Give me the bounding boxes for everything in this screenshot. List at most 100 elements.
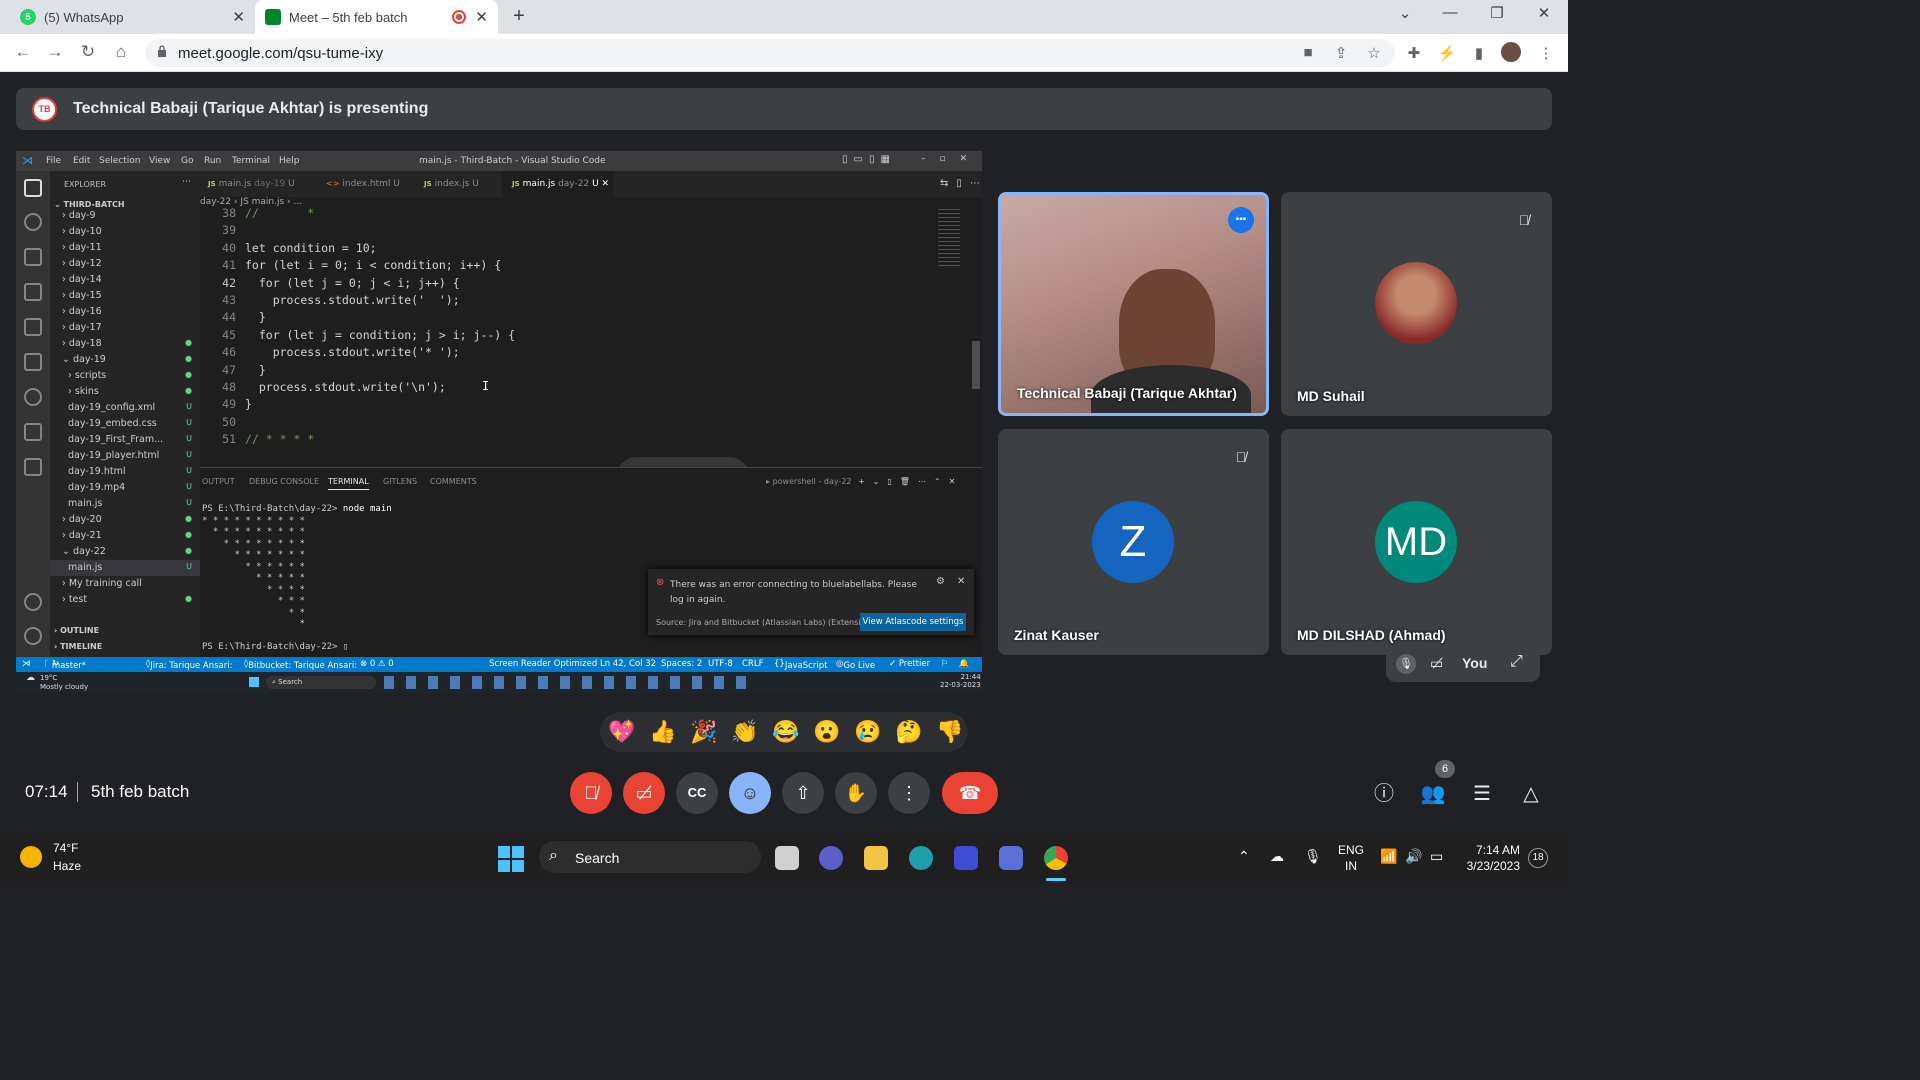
- view-atlascode-settings-button[interactable]: View Atlascode settings: [860, 613, 966, 631]
- tree-item[interactable]: › day-21 ●: [50, 528, 200, 544]
- tree-item[interactable]: day-19.mp4 U: [50, 480, 200, 496]
- tree-item[interactable]: day-19_config.xml U: [50, 400, 200, 416]
- participant-tile-presenter[interactable]: ▪▪▪ Technical Babaji (Tarique Akhtar): [998, 192, 1269, 416]
- panel-tab-comments[interactable]: COMMENTS: [430, 477, 477, 486]
- reaction-party[interactable]: 🎉: [690, 720, 717, 744]
- taskbar-search-box[interactable]: ⌕ Search: [539, 841, 761, 873]
- code-editor[interactable]: 38 // * 39 40 let condition = 10; 41 for (let …: [200, 206, 982, 499]
- settings-gear-icon[interactable]: [24, 627, 42, 645]
- remote-icon[interactable]: ⋊: [22, 659, 31, 669]
- tree-item[interactable]: › test ●: [50, 592, 200, 608]
- volume-icon[interactable]: 🔊: [1405, 848, 1422, 865]
- weather-temperature[interactable]: 74°F: [53, 841, 78, 855]
- teams-chat-icon[interactable]: [819, 846, 843, 870]
- editor-tab-active[interactable]: JS main.js day-22 U ✕: [502, 171, 614, 197]
- mic-toggle-button[interactable]: 🎙̸: [570, 772, 612, 814]
- reaction-thinking[interactable]: 🤔: [895, 720, 922, 744]
- menu-help[interactable]: Help: [279, 156, 300, 166]
- battery-icon[interactable]: ▭: [1430, 848, 1443, 865]
- weather-condition[interactable]: Haze: [53, 859, 81, 873]
- docker-icon[interactable]: [24, 458, 42, 476]
- timeline-section[interactable]: › TIMELINE: [54, 642, 102, 651]
- tree-item[interactable]: › day-16: [50, 304, 200, 320]
- meeting-info-icon[interactable]: ⓘ: [1370, 780, 1398, 808]
- share-icon[interactable]: ⇪: [1331, 44, 1351, 62]
- window-controls[interactable]: –▫✕: [921, 154, 981, 164]
- terminal-actions-icons[interactable]: +⌄▯🗑⋯⌃✕: [858, 477, 963, 486]
- copilot-icon[interactable]: [999, 846, 1023, 870]
- menu-view[interactable]: View: [149, 156, 170, 166]
- tree-item[interactable]: › day-14: [50, 272, 200, 288]
- tree-item[interactable]: day-19.html U: [50, 464, 200, 480]
- encoding-status[interactable]: UTF-8: [708, 659, 733, 669]
- address-bar[interactable]: meet.google.com/qsu-tume-ixy: [145, 39, 1395, 67]
- more-options-button[interactable]: ⋮: [888, 772, 930, 814]
- panel-tab-output[interactable]: OUTPUT: [202, 477, 235, 486]
- menu-icon[interactable]: ⋮: [1536, 44, 1556, 62]
- extension-icon[interactable]: ⚡: [1437, 44, 1457, 62]
- windows-start-button[interactable]: [498, 846, 524, 872]
- onedrive-cloud-icon[interactable]: ☁: [1270, 848, 1284, 865]
- notification-count-badge[interactable]: 18: [1528, 848, 1548, 868]
- participant-tile-zinat-kauser[interactable]: 🎙̸ Z Zinat Kauser: [998, 429, 1269, 655]
- new-tab-button[interactable]: +: [506, 5, 532, 29]
- reaction-thumbs-up[interactable]: 👍: [649, 720, 676, 744]
- menu-edit[interactable]: Edit: [73, 156, 90, 166]
- tree-item[interactable]: › day-18 ●: [50, 336, 200, 352]
- profile-avatar[interactable]: [1501, 42, 1521, 62]
- tree-item[interactable]: › skins ●: [50, 384, 200, 400]
- editor-tab[interactable]: JS index.js U: [424, 171, 502, 197]
- tree-item[interactable]: › day-17: [50, 320, 200, 336]
- tree-item[interactable]: day-19_player.html U: [50, 448, 200, 464]
- reactions-button[interactable]: ☺: [729, 772, 771, 814]
- atlassian-icon[interactable]: [24, 423, 42, 441]
- extensions-icon[interactable]: [24, 318, 42, 336]
- tree-item[interactable]: ⌄ day-22 ●: [50, 544, 200, 560]
- editor-tab[interactable]: JS main.js day-19 U: [208, 171, 316, 197]
- chrome-icon[interactable]: [1044, 846, 1068, 870]
- tree-item[interactable]: › day-12: [50, 256, 200, 272]
- settings-gear-icon[interactable]: ⚙: [936, 576, 945, 587]
- reaction-heart[interactable]: 💖: [608, 720, 635, 744]
- search-icon[interactable]: [24, 213, 42, 231]
- minimap[interactable]: [938, 209, 960, 269]
- panel-tab-terminal[interactable]: TERMINAL: [328, 477, 369, 490]
- reaction-laugh[interactable]: 😂: [772, 720, 799, 744]
- microphone-icon[interactable]: 🎙: [1304, 848, 1322, 865]
- gitlens-icon[interactable]: [24, 388, 42, 406]
- bookmark-star-icon[interactable]: ☆: [1364, 44, 1384, 62]
- participant-tile-md-suhail[interactable]: 🎙̸ MD Suhail: [1281, 192, 1552, 416]
- tree-item[interactable]: › scripts ●: [50, 368, 200, 384]
- more-actions-icon[interactable]: ⋯: [182, 177, 191, 187]
- activities-icon[interactable]: △: [1517, 780, 1545, 808]
- prettier-status[interactable]: ✓ Prettier: [889, 659, 930, 669]
- menu-terminal[interactable]: Terminal: [232, 156, 270, 166]
- reload-icon[interactable]: ↻: [77, 42, 99, 62]
- bitbucket-status[interactable]: ◊ Bitbucket: Tarique Ansari:: [244, 659, 357, 671]
- git-branch-status[interactable]: ᚴ master* ↻: [44, 659, 86, 671]
- reaction-clap[interactable]: 👏: [731, 720, 758, 744]
- go-live-status[interactable]: ◎ Go Live: [836, 659, 875, 671]
- weather-sun-icon[interactable]: [20, 846, 42, 868]
- cursor-position-status[interactable]: Ln 42, Col 32: [600, 659, 656, 669]
- tree-item[interactable]: main.js U: [50, 496, 200, 512]
- tree-item[interactable]: › day-15: [50, 288, 200, 304]
- editor-actions-icons[interactable]: ⇆▯⋯: [940, 178, 982, 189]
- maximize-button[interactable]: ❐: [1482, 4, 1512, 22]
- close-tab-icon[interactable]: ✕: [475, 8, 488, 26]
- outline-section[interactable]: › OUTLINE: [54, 626, 99, 635]
- show-hidden-icons[interactable]: ⌃: [1238, 848, 1250, 865]
- language-indicator[interactable]: ENG IN: [1338, 842, 1364, 874]
- tree-item[interactable]: › day-20 ●: [50, 512, 200, 528]
- clock[interactable]: 7:14 AM 3/23/2023: [1464, 842, 1520, 874]
- layout-icons[interactable]: ▯▭▯▦: [842, 154, 896, 165]
- tree-item[interactable]: day-19_First_Fram... U: [50, 432, 200, 448]
- close-tab-icon[interactable]: ✕: [232, 8, 245, 26]
- close-window-button[interactable]: ✕: [1529, 4, 1559, 22]
- editor-tab[interactable]: <> index.html U: [326, 171, 416, 197]
- editor-scrollbar[interactable]: [972, 341, 980, 389]
- present-button[interactable]: ⇧: [782, 772, 824, 814]
- self-view-pill[interactable]: 🎙 ▭̸ You ⤢: [1386, 646, 1540, 682]
- tab-meet[interactable]: Meet – 5th feb batch ✕: [255, 0, 498, 34]
- reaction-sad[interactable]: 😢: [854, 720, 881, 744]
